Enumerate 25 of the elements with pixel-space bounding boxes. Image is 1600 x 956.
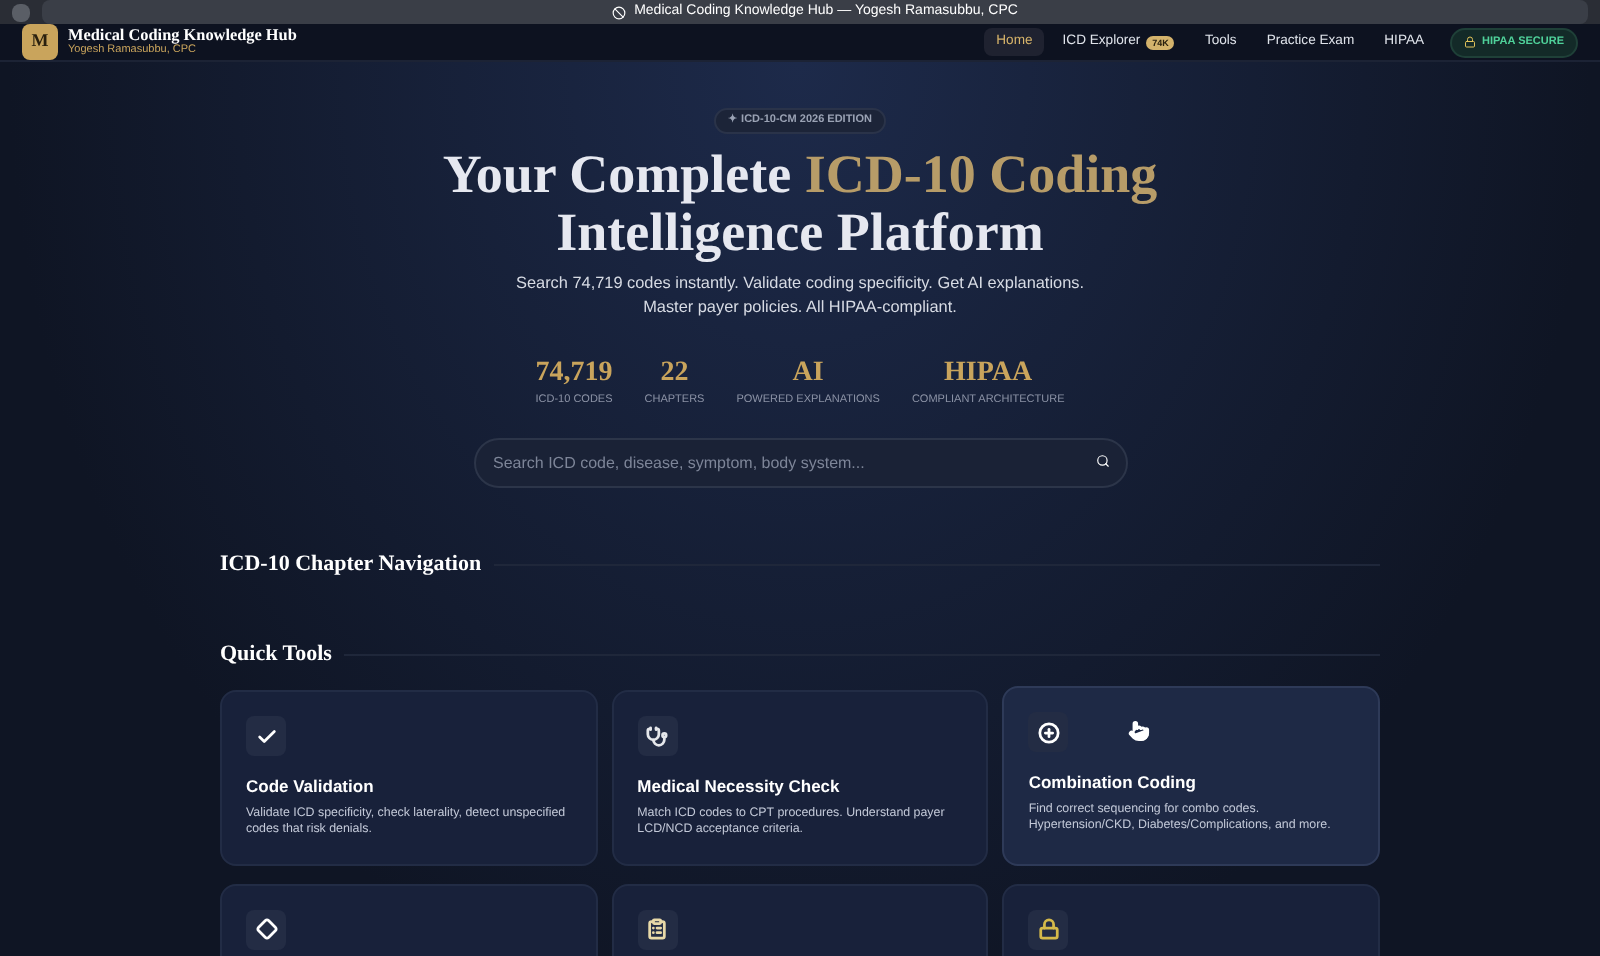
stat-value: 74,719 [535,360,613,388]
stat-value: AI [792,360,824,388]
stat-value: HIPAA [944,360,1033,388]
card-title: Combination Coding [1028,772,1198,794]
hand-cursor-icon [1128,720,1151,743]
lock-icon [1037,918,1060,941]
card-title: Medical Necessity Check [637,776,842,798]
search-icon[interactable] [1095,454,1109,469]
lock-icon [1464,36,1477,48]
site-title: Medical Coding Knowledge Hub [68,27,297,44]
section-heading: Quick Tools [220,639,332,670]
hero-description: Search 74,719 codes instantly. Validate coding specificity. Get AI explanations. Master payer policies. All HIPAA-compliant. [514,272,1086,320]
blocked-icon [612,5,627,19]
search-field[interactable]: Search ICD code, disease, symptom, body system... [473,438,1127,489]
circle-plus-icon [1037,721,1060,744]
stat-value: 22 [660,360,689,388]
browser-menu-icon[interactable] [12,3,30,21]
section-heading: ICD-10 Chapter Navigation [220,550,482,581]
hero-heading: Your Complete ICD-10 Coding Intelligence Platform [442,146,1158,262]
card-title: Code Validation [246,776,376,798]
check-icon [255,725,277,748]
stethoscope-icon [646,725,669,748]
logo-badge: M [22,24,58,60]
diamond-icon [255,918,277,941]
clipboard-icon [646,918,669,941]
